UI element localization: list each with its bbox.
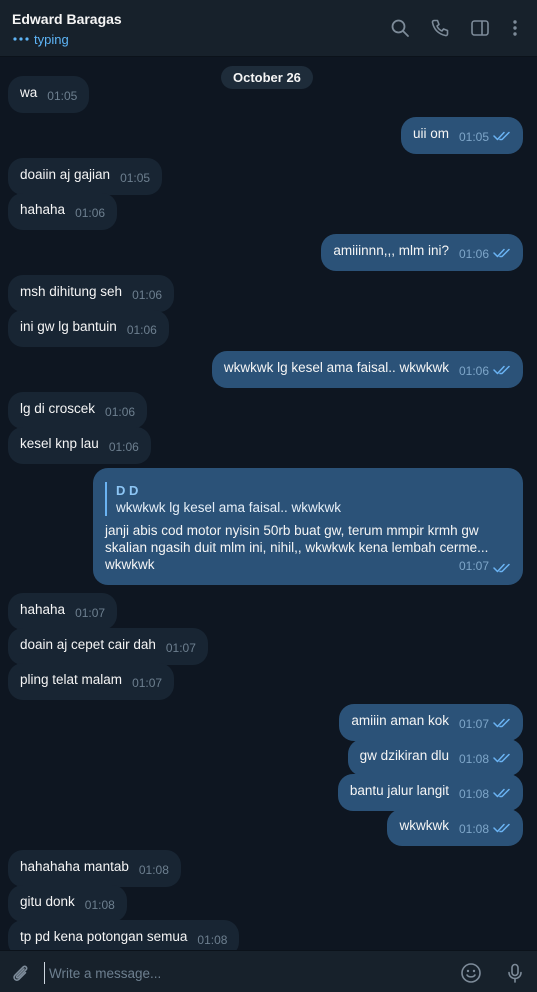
message-text: ini gw lg bantuin [20, 319, 117, 334]
message-text: bantu jalur langit [349, 783, 449, 798]
message-time: 01:08 [458, 787, 489, 801]
outgoing-message-bubble[interactable]: D D wkwkwk lg kesel ama faisal.. wkwkwk ja… [93, 468, 523, 585]
read-checkmarks-icon [493, 245, 511, 262]
date-badge: October 26 [221, 66, 313, 89]
message-time: 01:08 [458, 822, 489, 836]
emoji-icon[interactable] [459, 961, 483, 985]
message-text: gw dzikiran dlu [359, 748, 449, 763]
message-text: amiiin aman kok [351, 713, 449, 728]
message-text: pling telat malam [20, 672, 123, 687]
message-time: 01:07 [458, 559, 489, 573]
message-time: 01:08 [458, 752, 489, 766]
incoming-message-bubble[interactable]: hahaha 01:06 [8, 193, 118, 230]
read-checkmarks-icon [493, 128, 511, 145]
outgoing-message-bubble[interactable]: wkwkwk lg kesel ama faisal.. wkwkwk 01:06 [211, 351, 523, 388]
message-text: doaiin aj gajian [20, 167, 111, 182]
message-text: tp pd kena potongan semua [20, 929, 188, 944]
message-time: 01:07 [75, 606, 106, 620]
incoming-message-bubble[interactable]: msh dihitung seh 01:06 [8, 275, 175, 312]
incoming-message-bubble[interactable]: wa 01:05 [8, 76, 90, 113]
incoming-message-bubble[interactable]: pling telat malam 01:07 [8, 663, 175, 700]
read-checkmarks-icon [493, 362, 511, 379]
read-checkmarks-icon [493, 750, 511, 767]
phone-icon[interactable] [428, 16, 452, 40]
typing-dots-icon [12, 34, 32, 45]
incoming-message-bubble[interactable]: doaiin aj gajian 01:05 [8, 158, 163, 195]
reply-quote[interactable]: D D wkwkwk lg kesel ama faisal.. wkwkwk [105, 482, 511, 516]
outgoing-message-bubble[interactable]: amiiin aman kok 01:07 [339, 704, 523, 741]
outgoing-message-bubble[interactable]: gw dzikiran dlu 01:08 [347, 739, 523, 776]
message-text: wa [20, 85, 38, 100]
message-text: hahaha [20, 202, 66, 217]
message-text: hahahaha mantab [20, 859, 129, 874]
quote-text: wkwkwk lg kesel ama faisal.. wkwkwk [116, 500, 342, 515]
message-time: 01:07 [165, 641, 196, 655]
message-text: wkwkwk [399, 818, 449, 833]
quote-author: D D [116, 483, 139, 498]
microphone-icon[interactable] [503, 961, 527, 985]
message-time: 01:06 [75, 206, 106, 220]
paperclip-icon[interactable] [8, 961, 32, 985]
message-text: doain aj cepet cair dah [20, 637, 156, 652]
outgoing-message-bubble[interactable]: bantu jalur langit 01:08 [337, 774, 523, 811]
read-checkmarks-icon [493, 715, 511, 732]
incoming-message-bubble[interactable]: kesel knp lau 01:06 [8, 427, 151, 464]
outgoing-message-bubble[interactable]: amiiinnn,,, mlm ini? 01:06 [321, 234, 523, 271]
read-checkmarks-icon [493, 785, 511, 802]
read-checkmarks-icon [493, 820, 511, 837]
message-text: gitu donk [20, 894, 75, 909]
composer [0, 950, 537, 992]
incoming-message-bubble[interactable]: hahaha 01:07 [8, 593, 118, 630]
incoming-message-bubble[interactable]: lg di croscek 01:06 [8, 392, 148, 429]
message-time: 01:06 [458, 364, 489, 378]
message-time: 01:08 [84, 898, 115, 912]
typing-status: typing [12, 32, 69, 47]
search-icon[interactable] [388, 16, 412, 40]
incoming-message-bubble[interactable]: doain aj cepet cair dah 01:07 [8, 628, 208, 665]
message-time: 01:05 [120, 171, 151, 185]
outgoing-message-bubble[interactable]: uii om 01:05 [400, 117, 523, 154]
message-text: janji abis cod motor nyisin 50rb buat gw… [105, 523, 493, 572]
incoming-message-bubble[interactable]: ini gw lg bantuin 01:06 [8, 310, 169, 347]
message-time: 01:06 [126, 323, 157, 337]
outgoing-message-bubble[interactable]: wkwkwk 01:08 [387, 809, 523, 846]
message-text: uii om [412, 126, 449, 141]
message-time: 01:06 [458, 247, 489, 261]
message-time: 01:07 [132, 676, 163, 690]
message-text: msh dihitung seh [20, 284, 123, 299]
message-time: 01:05 [458, 130, 489, 144]
message-time: 01:08 [138, 863, 169, 877]
message-time: 01:05 [47, 89, 78, 103]
more-vertical-icon[interactable] [503, 16, 527, 40]
message-text: lg di croscek [20, 401, 96, 416]
contact-name[interactable]: Edward Baragas [12, 11, 122, 27]
message-time: 01:06 [132, 288, 163, 302]
message-time: 01:07 [458, 717, 489, 731]
status-text: typing [34, 32, 69, 47]
message-time: 01:06 [105, 405, 136, 419]
message-input[interactable] [44, 962, 434, 984]
read-checkmarks-icon [493, 560, 511, 577]
message-text: wkwkwk lg kesel ama faisal.. wkwkwk [223, 360, 449, 375]
incoming-message-bubble[interactable]: hahahaha mantab 01:08 [8, 850, 181, 887]
sidebar-toggle-icon[interactable] [468, 16, 492, 40]
message-time: 01:06 [108, 440, 139, 454]
message-time: 01:08 [197, 933, 228, 947]
message-text: kesel knp lau [20, 436, 99, 451]
message-text: amiiinnn,,, mlm ini? [333, 243, 449, 258]
incoming-message-bubble[interactable]: gitu donk 01:08 [8, 885, 127, 922]
message-text: hahaha [20, 602, 66, 617]
chat-header: Edward Baragas typing [0, 0, 537, 57]
